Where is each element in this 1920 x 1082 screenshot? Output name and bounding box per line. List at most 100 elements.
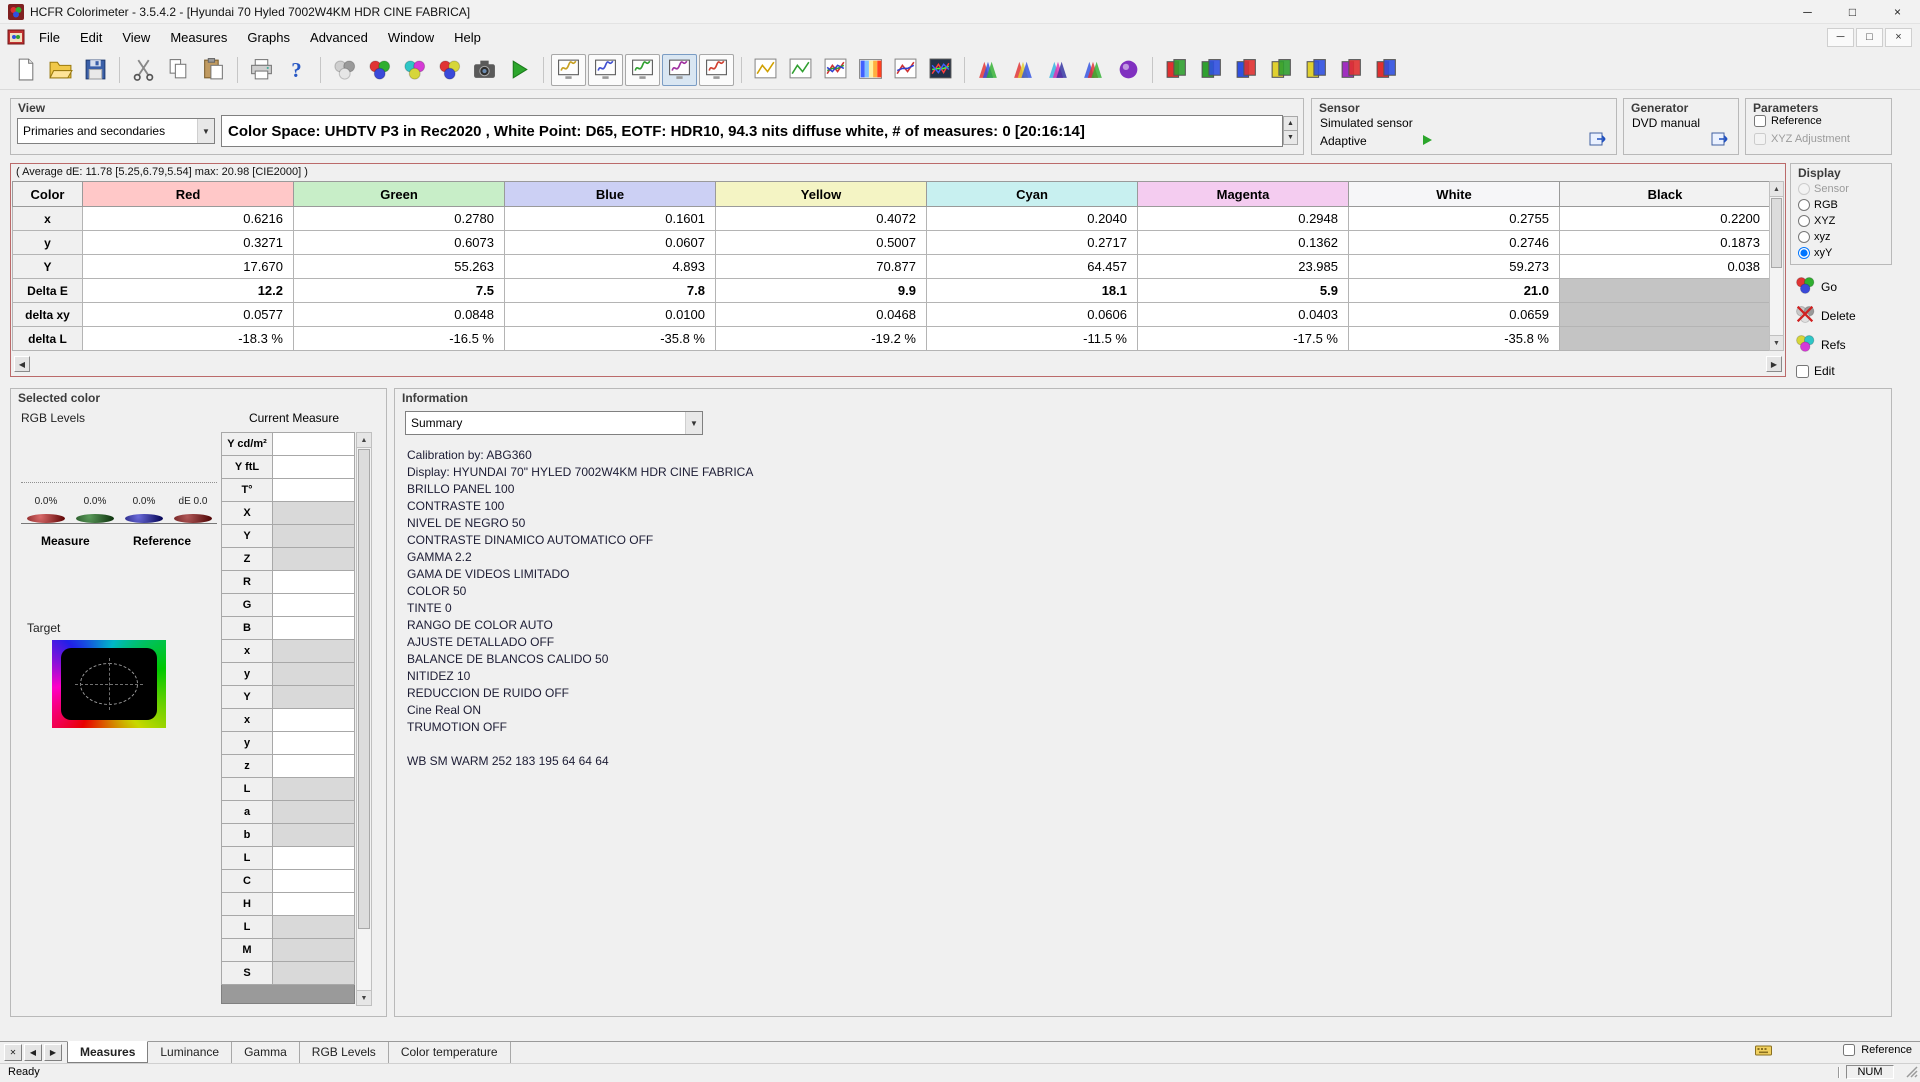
current-measure-value-cell[interactable]	[272, 869, 355, 893]
color-temperature-graph-button[interactable]	[853, 54, 888, 86]
view-secondaries-button[interactable]	[662, 53, 697, 86]
measure-cell[interactable]: 59.273	[1348, 254, 1560, 279]
scrollbar-thumb[interactable]	[358, 449, 370, 929]
scroll-down-icon[interactable]: ▼	[1770, 335, 1783, 350]
tab-gamma[interactable]: Gamma	[232, 1042, 300, 1063]
minimize-button[interactable]: ─	[1785, 0, 1830, 23]
spin-up-icon[interactable]: ▲	[1283, 116, 1298, 131]
current-measure-value-cell[interactable]	[272, 777, 355, 801]
view-contrast-button[interactable]	[699, 53, 734, 86]
display-option-rgb-radio[interactable]	[1798, 199, 1810, 211]
gamma-graph-button[interactable]	[783, 54, 818, 86]
measure-cell[interactable]: 7.5	[293, 278, 505, 303]
paste-button[interactable]	[196, 54, 231, 86]
menu-item-help[interactable]: Help	[444, 26, 491, 49]
help-button[interactable]: ?	[279, 54, 314, 86]
tab-scroll-right-icon[interactable]: ▶	[44, 1044, 62, 1061]
mdi-restore-button[interactable]: □	[1856, 27, 1883, 47]
measure-cell[interactable]	[1559, 326, 1771, 351]
measure-cell[interactable]: 0.2746	[1348, 230, 1560, 255]
mdi-minimize-button[interactable]: ─	[1827, 27, 1854, 47]
measure-cell[interactable]: 0.2200	[1559, 206, 1771, 231]
current-measure-value-cell[interactable]	[272, 915, 355, 939]
new-file-button[interactable]	[8, 54, 43, 86]
current-measure-value-cell[interactable]	[272, 432, 355, 456]
measure-cell[interactable]: -19.2 %	[715, 326, 927, 351]
measure-cell[interactable]: 0.038	[1559, 254, 1771, 279]
edit-checkbox-row[interactable]: Edit	[1792, 359, 1892, 383]
measure-cell[interactable]: 0.1362	[1137, 230, 1349, 255]
measure-cell[interactable]: 0.2040	[926, 206, 1138, 231]
gamut-3d-button-1[interactable]	[971, 54, 1006, 86]
measure-cell[interactable]	[1559, 302, 1771, 327]
maximize-button[interactable]: □	[1830, 0, 1875, 23]
current-measure-value-cell[interactable]	[272, 524, 355, 548]
current-measure-value-cell[interactable]	[272, 501, 355, 525]
menu-item-measures[interactable]: Measures	[160, 26, 237, 49]
color-tool-button-2[interactable]	[1194, 54, 1229, 86]
measure-cell[interactable]: 0.0606	[926, 302, 1138, 327]
save-file-button[interactable]	[78, 54, 113, 86]
rgb-levels-graph-button[interactable]	[818, 54, 853, 86]
current-measure-value-cell[interactable]	[272, 616, 355, 640]
scroll-right-icon[interactable]: ▶	[1766, 356, 1782, 372]
measure-secondaries-button[interactable]	[397, 54, 432, 86]
display-option-xyy[interactable]: xyY	[1791, 245, 1891, 261]
sensor-play-icon[interactable]	[1420, 133, 1434, 147]
menu-item-view[interactable]: View	[112, 26, 160, 49]
measures-histogram-button[interactable]	[923, 54, 958, 86]
measure-cell[interactable]: 0.6216	[82, 206, 294, 231]
scroll-down-icon[interactable]: ▼	[357, 990, 371, 1005]
current-measure-scrollbar[interactable]: ▲ ▼	[356, 432, 372, 1006]
sensor-settings-icon[interactable]	[1588, 129, 1608, 149]
bottom-reference-row[interactable]: Reference	[1843, 1044, 1912, 1056]
measure-grayscale-button[interactable]	[327, 54, 362, 86]
measures-vertical-scrollbar[interactable]: ▲ ▼	[1769, 181, 1784, 351]
current-measure-value-cell[interactable]	[272, 961, 355, 985]
gamut-3d-button-4[interactable]	[1076, 54, 1111, 86]
measure-cell[interactable]: 0.2717	[926, 230, 1138, 255]
display-option-xyz[interactable]: XYZ	[1791, 213, 1891, 229]
display-option-xyz-radio[interactable]	[1798, 231, 1810, 243]
measure-cell[interactable]: 0.4072	[715, 206, 927, 231]
measure-cell[interactable]: -17.5 %	[1137, 326, 1349, 351]
measure-cell[interactable]: -18.3 %	[82, 326, 294, 351]
reference-checkbox[interactable]	[1754, 115, 1766, 127]
measure-cell[interactable]: 4.893	[504, 254, 716, 279]
measure-cell[interactable]: 0.0577	[82, 302, 294, 327]
spin-down-icon[interactable]: ▼	[1283, 130, 1298, 145]
tab-list-icon[interactable]: ✕	[4, 1044, 22, 1061]
view-mode-dropdown[interactable]: Primaries and secondaries ▼	[17, 118, 215, 144]
color-tool-button-3[interactable]	[1229, 54, 1264, 86]
color-tool-button-6[interactable]	[1334, 54, 1369, 86]
current-measure-value-cell[interactable]	[272, 478, 355, 502]
copy-button[interactable]	[161, 54, 196, 86]
display-option-xyz[interactable]: xyz	[1791, 229, 1891, 245]
measure-cell[interactable]	[1559, 278, 1771, 303]
color-tool-button-1[interactable]	[1159, 54, 1194, 86]
measure-cell[interactable]: 0.1873	[1559, 230, 1771, 255]
view-free-measures-button[interactable]	[551, 53, 586, 86]
current-measure-value-cell[interactable]	[272, 731, 355, 755]
open-file-button[interactable]	[43, 54, 78, 86]
current-measure-value-cell[interactable]	[272, 593, 355, 617]
current-measure-value-cell[interactable]	[272, 662, 355, 686]
scroll-left-icon[interactable]: ◀	[14, 356, 30, 372]
view-grayscale-button[interactable]	[588, 53, 623, 86]
start-measures-button[interactable]	[502, 54, 537, 86]
menu-item-edit[interactable]: Edit	[70, 26, 112, 49]
measure-cell[interactable]: 5.9	[1137, 278, 1349, 303]
gamut-3d-button-3[interactable]	[1041, 54, 1076, 86]
information-view-dropdown[interactable]: Summary ▼	[405, 411, 703, 435]
current-measure-value-cell[interactable]	[272, 823, 355, 847]
tab-measures[interactable]: Measures	[67, 1041, 149, 1063]
view-primaries-button[interactable]	[625, 53, 660, 86]
measure-cell[interactable]: 0.6073	[293, 230, 505, 255]
measure-cell[interactable]: 18.1	[926, 278, 1138, 303]
tab-color-temperature[interactable]: Color temperature	[389, 1042, 511, 1063]
reference-checkbox-row[interactable]: Reference	[1754, 115, 1822, 127]
generator-settings-icon[interactable]	[1710, 129, 1730, 149]
measure-cell[interactable]: 64.457	[926, 254, 1138, 279]
tab-scroll-left-icon[interactable]: ◀	[24, 1044, 42, 1061]
measure-cell[interactable]: 0.0659	[1348, 302, 1560, 327]
